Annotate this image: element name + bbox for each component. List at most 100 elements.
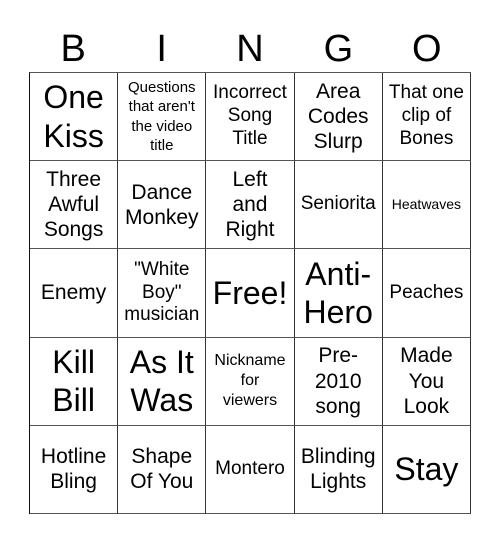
cell-text-line: that aren't: [128, 98, 195, 116]
bingo-cell-b4[interactable]: Kill Bill: [30, 337, 119, 426]
cell-text-line: title: [150, 137, 174, 155]
cell-text-line: for: [240, 372, 260, 390]
cell-text-line: Made: [400, 344, 453, 368]
cell-text: Pre- 2010 song: [315, 343, 362, 419]
cell-text-line: Slurp: [313, 130, 363, 154]
cell-text-line: Dance: [131, 180, 193, 204]
cell-text: Montero: [215, 458, 285, 481]
cell-text-line: Of You: [130, 470, 194, 494]
bingo-cell-n2[interactable]: Left and Right: [206, 161, 295, 250]
cell-text-line: the video: [131, 117, 193, 135]
cell-text-line: viewers: [222, 392, 278, 410]
cell-text-line: Hotline: [40, 445, 107, 469]
bingo-cell-b1[interactable]: One Kiss: [30, 73, 119, 162]
bingo-cell-o5[interactable]: Stay: [382, 425, 471, 514]
cell-text-line: You: [408, 369, 445, 393]
bingo-board: One Kiss Questions that aren't the video titl…: [29, 72, 471, 514]
cell-text-line: clip of: [401, 105, 452, 127]
bingo-cell-i1[interactable]: Questions that aren't the video title: [118, 73, 207, 162]
cell-text-line: Enemy: [40, 281, 107, 305]
bingo-cell-b3[interactable]: Enemy: [30, 249, 119, 338]
bingo-cell-n1[interactable]: Incorrect Song Title: [206, 73, 295, 162]
header-letter-g: G: [323, 28, 354, 70]
header-letter-i: I: [156, 28, 167, 70]
cell-text-line: Questions: [128, 78, 196, 96]
cell-text: Area Codes Slurp: [308, 79, 369, 155]
cell-text-line: Look: [403, 394, 450, 418]
cell-text-line: Bill: [52, 382, 95, 419]
header-letter-o: O: [412, 28, 442, 70]
bingo-cell-g3[interactable]: Anti- Hero: [294, 249, 383, 338]
bingo-cell-i3[interactable]: "White Boy" musician: [118, 249, 207, 338]
bingo-cell-i5[interactable]: Shape Of You: [118, 425, 207, 514]
cell-text: As It Was: [130, 343, 194, 420]
bingo-cell-i4[interactable]: As It Was: [118, 337, 207, 426]
cell-text-line: Heatwaves: [391, 196, 462, 213]
cell-text-line: Boy": [142, 281, 182, 303]
bingo-cell-b5[interactable]: Hotline Bling: [30, 425, 119, 514]
cell-text: Nickname for viewers: [214, 351, 285, 411]
cell-text-line: Right: [225, 218, 275, 242]
bingo-cell-n5[interactable]: Montero: [206, 425, 295, 514]
cell-text-line: Songs: [43, 218, 104, 242]
cell-text-line: Codes: [307, 105, 369, 128]
cell-text-line: Anti-: [305, 255, 372, 292]
cell-text-line: Nickname: [214, 352, 286, 370]
cell-text-line: Bones: [399, 127, 454, 149]
cell-text-line: Was: [130, 382, 194, 419]
header-letter-b: B: [60, 28, 86, 70]
bingo-cell-g1[interactable]: Area Codes Slurp: [294, 73, 383, 162]
cell-text-line: Hero: [303, 293, 373, 330]
cell-text-line: Left: [232, 168, 268, 191]
cell-text: Seniorita: [301, 193, 376, 216]
bingo-cell-o3[interactable]: Peaches: [382, 249, 471, 338]
bingo-cell-i2[interactable]: Dance Monkey: [118, 161, 207, 250]
bingo-cell-o2[interactable]: Heatwaves: [382, 161, 471, 250]
cell-text-line: Monkey: [125, 205, 199, 229]
bingo-cell-n4[interactable]: Nickname for viewers: [206, 337, 295, 426]
cell-text-line: "White: [134, 258, 190, 280]
cell-text-line: Song: [227, 105, 273, 127]
bingo-cell-o1[interactable]: That one clip of Bones: [382, 73, 471, 162]
cell-text-line: Area: [316, 79, 361, 103]
cell-text: Peaches: [389, 282, 463, 305]
cell-text-line: Kiss: [43, 117, 104, 154]
cell-text: Made You Look: [400, 343, 453, 419]
cell-text-line: 2010: [314, 369, 362, 393]
cell-text-line: Kill: [52, 343, 95, 380]
cell-text-line: song: [315, 394, 361, 418]
bingo-header: B I N G O: [29, 26, 471, 72]
cell-text-line: Pre-: [318, 344, 359, 368]
bingo-cell-g2[interactable]: Seniorita: [294, 161, 383, 250]
cell-text-line: Seniorita: [300, 193, 376, 215]
cell-text: One Kiss: [43, 78, 103, 155]
bingo-cell-g5[interactable]: Blinding Lights: [294, 425, 383, 514]
cell-text-line: Title: [232, 127, 268, 149]
cell-text-line: Awful: [48, 193, 100, 217]
cell-text: Three Awful Songs: [44, 167, 104, 243]
cell-text: Free!: [213, 274, 288, 312]
cell-text-line: Free!: [212, 274, 288, 311]
cell-text-line: Stay: [394, 451, 459, 488]
cell-text: Incorrect Song Title: [213, 82, 287, 150]
cell-text: Stay: [394, 450, 458, 488]
cell-text: Enemy: [41, 280, 106, 305]
cell-text-line: Blinding: [300, 445, 376, 469]
cell-text: Anti- Hero: [304, 255, 373, 332]
cell-text: "White Boy" musician: [124, 259, 199, 327]
bingo-cell-b2[interactable]: Three Awful Songs: [30, 161, 119, 250]
cell-text-line: Shape: [131, 445, 193, 469]
cell-text: That one clip of Bones: [389, 82, 464, 150]
cell-text-line: Incorrect: [213, 82, 287, 104]
cell-text: Shape Of You: [130, 444, 193, 494]
bingo-cell-o4[interactable]: Made You Look: [382, 337, 471, 426]
cell-text-line: Peaches: [389, 281, 464, 303]
cell-text-line: musician: [124, 304, 200, 326]
cell-text-line: and: [232, 193, 268, 217]
cell-text-line: Three: [46, 168, 102, 191]
cell-text-line: Bling: [50, 470, 97, 494]
cell-text-line: As It: [129, 343, 194, 380]
cell-text-line: One: [43, 79, 104, 116]
free-space-cell[interactable]: Free!: [206, 249, 295, 338]
bingo-cell-g4[interactable]: Pre- 2010 song: [294, 337, 383, 426]
